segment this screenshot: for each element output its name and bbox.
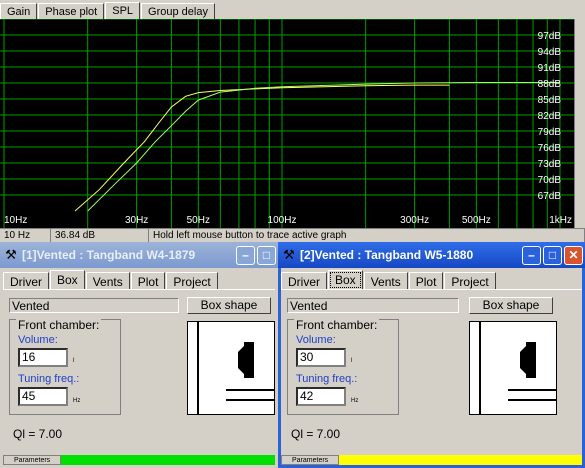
volume-input[interactable]: 30 [296,348,346,367]
x-tick-label: 50Hz [187,215,210,226]
y-tick-label: 73dB [538,159,562,170]
tab-vents[interactable]: Vents [363,272,408,290]
window-2-title: [2]Vented : Tangband W5-1880 [300,248,474,262]
tab-gain[interactable]: Gain [0,3,38,20]
x-tick-label: 100Hz [268,215,297,226]
plot-scrollbar[interactable] [574,19,585,228]
window-2-bottom-bar: Parameters [281,455,582,465]
box-panel: Vented Box shape Front chamber: Volume: … [3,289,275,453]
tab-vents[interactable]: Vents [85,272,130,290]
parameters-button[interactable]: Parameters [281,455,340,465]
enclosure-window-2: ⚒ [2]Vented : Tangband W5-1880 – □ ✕ Dri… [278,242,585,468]
volume-unit: l [351,358,353,364]
tab-box[interactable]: Box [328,270,363,290]
window-1-bottom-bar: Parameters [3,455,275,465]
y-tick-label: 91dB [538,63,562,74]
x-tick-label: 500Hz [462,215,491,226]
tab-group-delay[interactable]: Group delay [141,3,215,20]
window-2-tabs: Driver Box Vents Plot Project [281,270,497,290]
graph-tab-strip: Gain Phase plot SPL Group delay [0,0,585,21]
front-chamber-group: Front chamber: Volume: 30 l Tuning freq.… [287,318,399,415]
maximize-button[interactable]: □ [257,245,276,265]
y-tick-label: 70dB [538,175,562,186]
box-diagram [469,321,557,415]
volume-input[interactable]: 16 [18,348,68,367]
window-1-title: [1]Vented : Tangband W4-1879 [22,248,196,262]
box-panel: Vented Box shape Front chamber: Volume: … [281,289,582,453]
speaker-driver [520,346,526,374]
spl-plot[interactable]: 97dB 94dB 91dB 88dB 85dB 82dB 79dB 76dB 73dB 70dB… [0,19,574,228]
y-tick-label: 94dB [538,47,562,58]
window-1-tabs: Driver Box Vents Plot Project [3,270,219,290]
front-chamber-label: Front chamber: [16,318,102,332]
status-frequency: 10 Hz [0,229,51,243]
maximize-button[interactable]: □ [543,245,562,265]
ql-value: Ql = 7.00 [291,427,341,441]
volume-unit: l [73,358,75,364]
spl-chart: 97dB 94dB 91dB 88dB 85dB 82dB 79dB 76dB 73dB 70dB… [0,19,574,228]
tuning-freq-label: Tuning freq.: [296,373,358,385]
tab-project[interactable]: Project [444,272,496,290]
tuning-freq-label: Tuning freq.: [18,373,80,385]
minimize-button[interactable]: – [522,245,541,265]
tuning-freq-unit: Hz [73,398,81,404]
tuning-freq-input[interactable]: 45 [18,387,68,406]
tab-project[interactable]: Project [166,272,218,290]
y-tick-label: 76dB [538,143,562,154]
box-type-field[interactable]: Vented [287,298,459,313]
close-button[interactable]: ✕ [564,245,583,265]
tab-box[interactable]: Box [50,270,85,290]
minimize-button[interactable]: – [236,245,255,265]
x-tick-label: 10Hz [4,215,27,226]
tab-phase-plot[interactable]: Phase plot [38,3,105,20]
tab-driver[interactable]: Driver [281,272,327,290]
enclosure-window-1: ⚒ [1]Vented : Tangband W4-1879 – □ Drive… [0,242,278,468]
volume-label: Volume: [296,334,336,346]
front-chamber-label: Front chamber: [294,318,380,332]
front-chamber-group: Front chamber: Volume: 16 l Tuning freq.… [9,318,121,415]
wrench-icon: ⚒ [5,247,17,262]
y-tick-label: 85dB [538,95,562,106]
volume-label: Volume: [18,334,58,346]
box-shape-button[interactable]: Box shape [469,297,553,314]
ql-value: Ql = 7.00 [13,427,63,441]
y-tick-label: 67dB [538,191,562,202]
speaker-magnet [244,342,254,378]
wrench-icon: ⚒ [283,247,295,262]
tuning-freq-input[interactable]: 42 [296,387,346,406]
status-level: 36.84 dB [51,229,149,243]
box-type-field[interactable]: Vented [9,298,179,313]
window-1-titlebar[interactable]: ⚒ [1]Vented : Tangband W4-1879 – □ [0,242,278,268]
box-shape-button[interactable]: Box shape [187,297,271,314]
tab-driver[interactable]: Driver [3,272,49,290]
speaker-driver [238,346,244,374]
x-tick-label: 30Hz [125,215,148,226]
tab-plot[interactable]: Plot [130,272,166,290]
y-tick-label: 79dB [538,127,562,138]
y-tick-label: 88dB [538,79,562,90]
box-diagram-image [479,322,556,414]
y-tick-label: 97dB [538,31,562,42]
window-1-color-indicator [61,455,275,465]
spl-series-1-line [74,84,450,212]
box-diagram-image [197,322,274,414]
status-bar: 10 Hz 36.84 dB Hold left mouse button to… [0,228,585,243]
y-tick-label: 82dB [538,111,562,122]
speaker-magnet [526,342,536,378]
box-diagram [187,321,275,415]
tuning-freq-unit: Hz [351,398,359,404]
tab-plot[interactable]: Plot [408,272,444,290]
window-2-titlebar[interactable]: ⚒ [2]Vented : Tangband W5-1880 – □ ✕ [278,242,585,268]
x-tick-label: 300Hz [400,215,429,226]
x-tick-label: 1kHz [549,215,572,226]
window-2-color-indicator [339,455,582,465]
status-hint: Hold left mouse button to trace active g… [149,229,585,243]
parameters-button[interactable]: Parameters [3,455,62,465]
